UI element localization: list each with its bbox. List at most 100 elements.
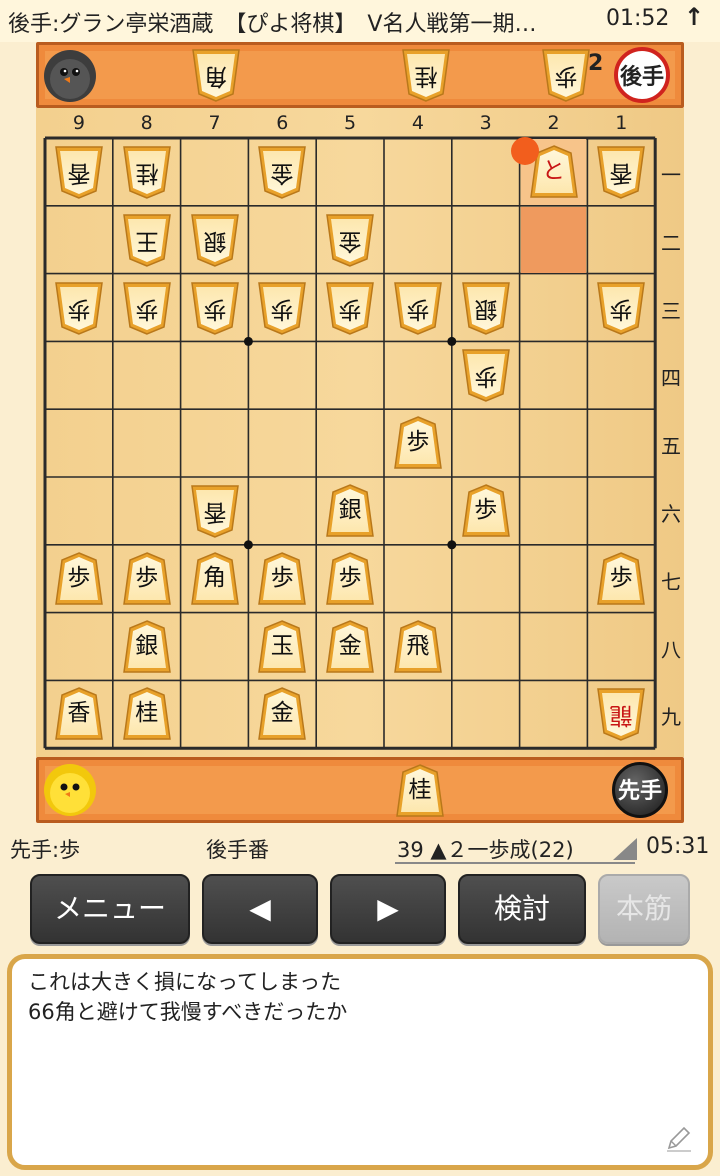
piece-label: 歩: [474, 363, 498, 390]
sente-piece[interactable]: 歩: [460, 483, 512, 539]
rank-label: 四: [661, 366, 681, 391]
up-arrow-icon[interactable]: ↑: [684, 3, 704, 31]
analyze-button[interactable]: 検討: [458, 874, 586, 944]
gote-piece[interactable]: 歩: [324, 280, 376, 336]
piece-label: 歩: [135, 295, 159, 322]
sente-piece[interactable]: 歩: [53, 551, 105, 607]
gote-piece[interactable]: 香: [189, 483, 241, 539]
sente-piece[interactable]: 飛: [392, 619, 444, 675]
piece-label: 香: [67, 159, 91, 186]
piece-label: 王: [135, 227, 159, 254]
file-label: 8: [140, 112, 153, 134]
rank-label: 九: [661, 705, 681, 730]
sente-piece[interactable]: 歩: [121, 551, 173, 607]
piece-label: 銀: [203, 227, 226, 254]
file-label: 7: [208, 112, 221, 134]
piece-label: 金: [338, 227, 362, 254]
piece-label: 角: [203, 564, 226, 591]
sente-piece[interactable]: 香: [53, 686, 105, 742]
sente-piece-stand: [36, 757, 684, 823]
file-label: 5: [344, 112, 357, 134]
piece-label: 玉: [270, 632, 294, 659]
gote-hand-pawn-count: 2: [588, 51, 604, 76]
rank-label: 二: [661, 230, 681, 255]
gote-piece[interactable]: 銀: [460, 280, 512, 336]
gote-piece[interactable]: 歩: [256, 280, 308, 336]
sente-piece[interactable]: 歩: [324, 551, 376, 607]
piece-label: 桂: [135, 159, 159, 186]
gote-piece[interactable]: 歩: [121, 280, 173, 336]
sente-piece[interactable]: 歩: [595, 551, 647, 607]
dropdown-triangle-icon[interactable]: [613, 838, 637, 860]
gote-piece[interactable]: 金: [324, 212, 376, 268]
sente-piece[interactable]: 金: [256, 686, 308, 742]
yellow-chick-avatar[interactable]: [42, 762, 96, 816]
last-move-marker: [510, 137, 539, 165]
sente-piece[interactable]: 桂: [121, 686, 173, 742]
piece-label: 龍: [609, 702, 633, 729]
header-bar: 後手:グラン亭栄酒蔵 【ぴよ将棋】 V名人戦第一期… 01:52 ↑: [0, 0, 720, 42]
piece-label: 歩: [270, 295, 294, 322]
next-move-button[interactable]: ▶: [330, 874, 446, 944]
file-label: 3: [479, 112, 492, 134]
sente-piece[interactable]: 角: [189, 551, 241, 607]
piece-label: 歩: [609, 564, 633, 591]
gote-piece[interactable]: 桂: [121, 144, 173, 200]
gote-piece[interactable]: 銀: [189, 212, 241, 268]
star-point: [447, 336, 457, 346]
gote-piece[interactable]: 歩: [595, 280, 647, 336]
piece-label: 金: [338, 632, 362, 659]
piece-label: 香: [203, 498, 226, 525]
piece-label: 歩: [609, 295, 633, 322]
sente-hand-label: 先手:歩: [10, 838, 81, 862]
prev-move-button[interactable]: ◀: [202, 874, 318, 944]
pencil-icon[interactable]: [664, 1123, 694, 1153]
piece-label: 銀: [474, 295, 498, 322]
file-label: 2: [547, 112, 560, 134]
sente-piece[interactable]: 金: [324, 619, 376, 675]
gote-piece[interactable]: 王: [121, 212, 173, 268]
last-move-from-square: [520, 206, 587, 273]
black-chick-avatar[interactable]: [42, 48, 96, 102]
rank-label: 七: [661, 569, 681, 594]
gote-piece[interactable]: 香: [53, 144, 105, 200]
piece-label: 香: [67, 700, 91, 727]
sente-clock: 05:31: [646, 834, 710, 859]
mainline-button[interactable]: 本筋: [598, 874, 690, 944]
piece-label: 歩: [203, 295, 226, 322]
gote-piece[interactable]: 歩: [460, 347, 512, 403]
piece-label: 飛: [406, 632, 430, 659]
piece-label: 金: [270, 700, 294, 727]
sente-piece[interactable]: 歩: [392, 415, 444, 471]
sente-piece[interactable]: 銀: [324, 483, 376, 539]
move-selector-underline: [395, 862, 635, 864]
gote-piece[interactable]: 歩: [53, 280, 105, 336]
piece-label: 金: [270, 159, 294, 186]
piece-label: 桂: [414, 63, 438, 89]
gote-hand-piece[interactable]: 角: [190, 47, 242, 103]
gote-piece[interactable]: 龍: [595, 686, 647, 742]
sente-piece[interactable]: 銀: [121, 619, 173, 675]
move-selector[interactable]: 39 ▲２一歩成(22): [397, 834, 574, 864]
gote-hand-piece[interactable]: 歩: [540, 47, 592, 103]
star-point: [447, 540, 457, 550]
piece-label: 歩: [67, 295, 91, 322]
gote-piece[interactable]: 歩: [392, 280, 444, 336]
game-title: 後手:グラン亭栄酒蔵 【ぴよ将棋】 V名人戦第一期…: [8, 12, 537, 37]
gote-piece[interactable]: 歩: [189, 280, 241, 336]
rank-label: 三: [661, 298, 681, 323]
comment-box[interactable]: これは大きく損になってしまった 66角と避けて我慢すべきだったか: [7, 954, 713, 1170]
piece-label: 歩: [406, 429, 430, 456]
gote-piece[interactable]: 金: [256, 144, 308, 200]
menu-button[interactable]: メニュー: [30, 874, 190, 944]
sente-piece[interactable]: 玉: [256, 619, 308, 675]
file-label: 6: [276, 112, 289, 134]
sente-piece[interactable]: 歩: [256, 551, 308, 607]
sente-hand-piece[interactable]: 桂: [394, 763, 446, 819]
gote-hand-piece[interactable]: 桂: [400, 47, 452, 103]
piece-label: 銀: [338, 496, 362, 523]
gote-clock: 01:52: [606, 6, 670, 31]
gote-piece[interactable]: 香: [595, 144, 647, 200]
piece-label: 角: [204, 63, 228, 89]
piece-label: 歩: [135, 564, 159, 591]
